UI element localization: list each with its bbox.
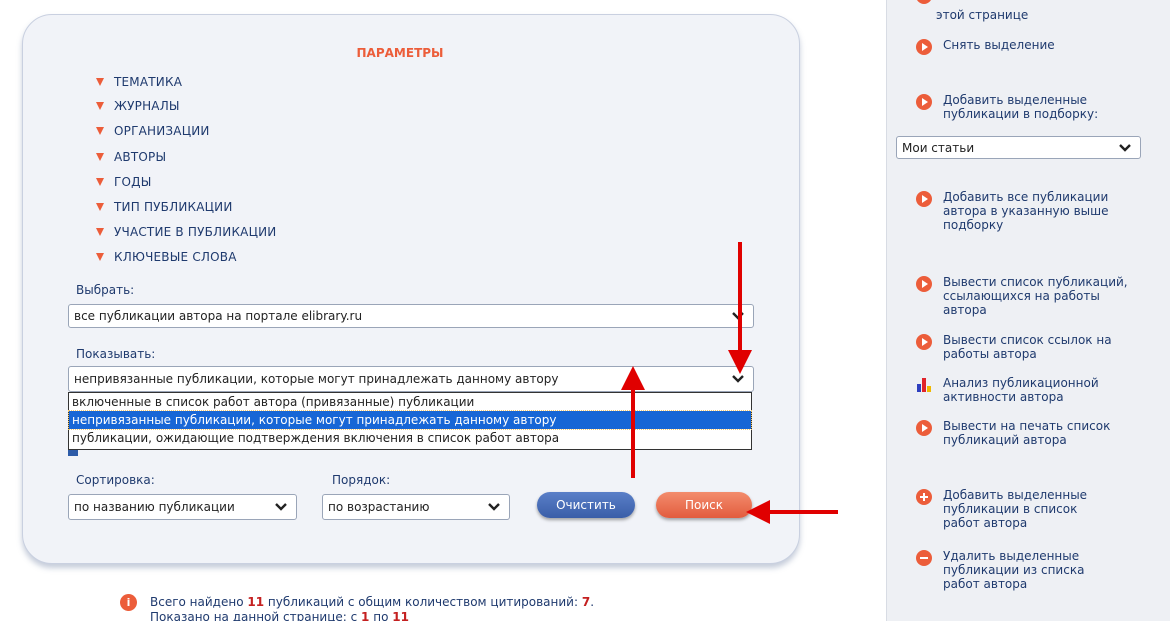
select-value: все публикации автора на портале elibrar… — [74, 309, 363, 323]
summary-text: . — [590, 595, 595, 609]
category-label: ТЕМАТИКА — [114, 75, 183, 89]
minus-icon — [916, 550, 932, 566]
category-publication-type[interactable]: ТИП ПУБЛИКАЦИИ — [72, 198, 233, 216]
summary-text: по — [369, 610, 393, 621]
summary-text: Всего найдено — [150, 595, 248, 609]
category-label: ЖУРНАЛЫ — [114, 99, 180, 113]
expand-triangle-icon — [96, 153, 104, 161]
play-icon — [916, 191, 932, 207]
expand-triangle-icon — [96, 127, 104, 135]
chevron-down-icon — [1119, 143, 1131, 152]
sort-label: Сортировка: — [76, 473, 155, 487]
category-label: ОРГАНИЗАЦИИ — [114, 124, 210, 138]
results-summary: Всего найдено 11 публикаций с общим коли… — [150, 595, 594, 609]
info-icon: i — [120, 594, 137, 611]
category-label: УЧАСТИЕ В ПУБЛИКАЦИИ — [114, 225, 277, 239]
clear-button[interactable]: Очистить — [537, 492, 635, 518]
sort-value: по названию публикации — [74, 500, 235, 514]
expand-triangle-icon — [96, 253, 104, 261]
checkbox[interactable] — [68, 449, 78, 456]
action-label: Добавить все публикации автора в указанн… — [943, 190, 1109, 232]
results-shown-range: Показано на данной странице: с 1 по 11 — [150, 610, 409, 621]
analysis-action[interactable]: Анализ публикационной активности автора — [916, 376, 1116, 404]
expand-triangle-icon — [96, 178, 104, 186]
chevron-down-icon — [488, 503, 500, 511]
chevron-down-icon — [275, 503, 287, 511]
show-label: Показывать: — [76, 347, 156, 361]
play-icon — [916, 420, 932, 436]
expand-triangle-icon — [96, 78, 104, 86]
play-icon — [916, 276, 932, 292]
order-value: по возрастанию — [328, 500, 430, 514]
category-label: АВТОРЫ — [114, 150, 167, 164]
dropdown-option[interactable]: публикации, ожидающие подтверждения вклю… — [69, 429, 751, 447]
plus-icon — [916, 489, 932, 505]
category-years[interactable]: ГОДЫ — [72, 173, 152, 191]
play-icon — [916, 334, 932, 350]
search-button[interactable]: Поиск — [656, 492, 752, 518]
category-authors[interactable]: АВТОРЫ — [72, 148, 166, 166]
action-label: Удалить выделенные публикации из списка … — [943, 549, 1085, 591]
add-selected-to-collection-action[interactable]: Добавить выделенные публикации в подборк… — [916, 93, 1116, 121]
category-journals[interactable]: ЖУРНАЛЫ — [72, 97, 180, 115]
show-value: непривязанные публикации, которые могут … — [74, 372, 559, 386]
category-label: КЛЮЧЕВЫЕ СЛОВА — [114, 250, 237, 264]
collection-value: Мои статьи — [902, 140, 975, 155]
action-label: Анализ публикационной активности автора — [943, 376, 1099, 404]
action-label: Вывести на печать список публикаций авто… — [943, 419, 1111, 447]
range-to: 11 — [392, 610, 409, 621]
category-label: ГОДЫ — [114, 175, 152, 189]
category-keywords[interactable]: КЛЮЧЕВЫЕ СЛОВА — [72, 248, 237, 266]
show-dropdown-list: включенные в список работ автора (привяз… — [68, 392, 752, 450]
action-label: Вывести список ссылок на работы автора — [943, 333, 1112, 361]
order-label: Порядок: — [332, 473, 391, 487]
sort-dropdown[interactable]: по названию публикации — [68, 494, 297, 520]
summary-text: Показано на данной странице: с — [150, 610, 362, 621]
remove-from-author-list-action[interactable]: Удалить выделенные публикации из списка … — [916, 549, 1116, 591]
found-count: 11 — [247, 595, 265, 609]
select-dropdown[interactable]: все публикации автора на портале elibrar… — [68, 304, 754, 328]
category-participation[interactable]: УЧАСТИЕ В ПУБЛИКАЦИИ — [72, 223, 276, 241]
select-label: Выбрать: — [76, 283, 135, 297]
summary-text: публикаций с общим количеством цитирован… — [264, 595, 582, 609]
references-list-action[interactable]: Вывести список ссылок на работы автора — [916, 333, 1126, 361]
action-label: Добавить выделенные публикации в подборк… — [943, 93, 1099, 121]
collection-dropdown[interactable]: Мои статьи — [896, 136, 1141, 159]
expand-triangle-icon — [96, 102, 104, 110]
bar-chart-icon — [916, 376, 932, 392]
chevron-down-icon — [732, 312, 744, 320]
expand-triangle-icon — [96, 203, 104, 211]
add-all-to-collection-action[interactable]: Добавить все публикации автора в указанн… — [916, 190, 1116, 232]
action-label: Снять выделение — [943, 38, 1055, 52]
add-to-author-list-action[interactable]: Добавить выделенные публикации в список … — [916, 488, 1116, 530]
citations-count: 7 — [581, 595, 591, 609]
category-label: ТИП ПУБЛИКАЦИИ — [114, 200, 233, 214]
dropdown-option-selected[interactable]: непривязанные публикации, которые могут … — [68, 410, 752, 430]
print-list-action[interactable]: Вывести на печать список публикаций авто… — [916, 419, 1116, 447]
expand-triangle-icon — [96, 228, 104, 236]
parameters-title: ПАРАМЕТРЫ — [356, 46, 444, 60]
category-topics[interactable]: ТЕМАТИКА — [72, 73, 182, 91]
action-label: Добавить выделенные публикации в список … — [943, 488, 1088, 530]
citing-list-action[interactable]: Вывести список публикаций, ссылающихся н… — [916, 275, 1136, 317]
category-organizations[interactable]: ОРГАНИЗАЦИИ — [72, 122, 210, 140]
show-dropdown[interactable]: непривязанные публикации, которые могут … — [68, 366, 754, 392]
deselect-action[interactable]: Снять выделение — [916, 38, 1126, 55]
action-label: Вывести список публикаций, ссылающихся н… — [943, 275, 1128, 317]
order-dropdown[interactable]: по возрастанию — [322, 494, 510, 520]
play-icon — [916, 39, 932, 55]
play-icon — [916, 94, 932, 110]
select-all-partial[interactable]: этой странице — [936, 8, 1028, 22]
chevron-down-icon — [732, 375, 744, 383]
dropdown-option[interactable]: включенные в список работ автора (привяз… — [69, 393, 751, 411]
